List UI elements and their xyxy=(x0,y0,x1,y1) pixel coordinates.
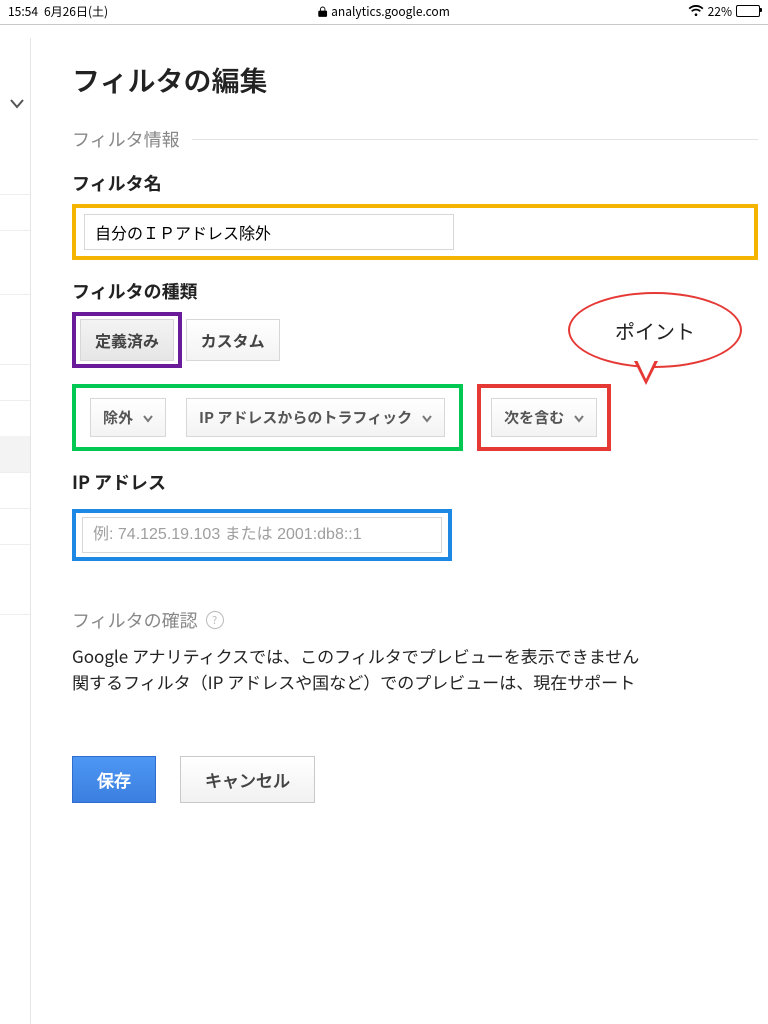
highlight-match-select: 次を含む xyxy=(477,384,611,451)
ipad-status-bar: 15:54 6月26日(土) analytics.google.com 22% xyxy=(0,0,768,22)
ip-address-label: IP アドレス xyxy=(72,469,758,495)
nav-item[interactable] xyxy=(0,436,30,473)
battery-percent: 22% xyxy=(708,3,732,20)
nav-item[interactable] xyxy=(0,472,30,509)
account-picker-caret-icon[interactable] xyxy=(10,90,24,114)
nav-item[interactable] xyxy=(0,194,30,231)
highlight-ip-input xyxy=(72,509,452,561)
caret-down-icon xyxy=(143,407,153,428)
filter-verify-text: Google アナリティクスでは、このフィルタでプレビューを表示できません 関す… xyxy=(72,643,758,696)
status-url: analytics.google.com xyxy=(331,3,450,20)
section-filter-info: フィルタ情報 xyxy=(72,126,758,152)
filter-name-input[interactable] xyxy=(84,214,454,250)
nav-item[interactable] xyxy=(0,328,30,365)
nav-item[interactable] xyxy=(0,258,30,295)
lock-icon xyxy=(318,6,327,17)
speech-tail-icon xyxy=(634,361,658,385)
highlight-predefined-tab: 定義済み xyxy=(72,312,182,368)
select-filter-mode[interactable]: 除外 xyxy=(90,398,166,437)
save-button[interactable]: 保存 xyxy=(72,756,156,803)
nav-item[interactable] xyxy=(0,364,30,401)
tab-predefined[interactable]: 定義済み xyxy=(80,319,174,361)
highlight-filter-name xyxy=(72,204,758,260)
annotation-point-bubble: ポイント xyxy=(568,292,738,364)
select-filter-mode-value: 除外 xyxy=(103,407,133,428)
nav-item[interactable] xyxy=(0,158,30,195)
filter-verify-heading: フィルタの確認 ? xyxy=(72,607,758,633)
ip-address-input[interactable] xyxy=(82,517,442,553)
section-filter-info-label: フィルタ情報 xyxy=(72,126,180,152)
wifi-icon xyxy=(688,5,704,17)
caret-down-icon xyxy=(422,407,432,428)
caret-down-icon xyxy=(574,407,584,428)
help-icon[interactable]: ? xyxy=(206,611,224,629)
nav-item[interactable] xyxy=(0,508,30,545)
filter-verify-label: フィルタの確認 xyxy=(72,607,198,633)
filter-name-label: フィルタ名 xyxy=(72,170,758,196)
filter-verify-line2: 関するフィルタ（IP アドレスや国など）でのプレビューは、現在サポート xyxy=(72,669,758,695)
filter-verify-line1: Google アナリティクスでは、このフィルタでプレビューを表示できません xyxy=(72,643,758,669)
select-match-type[interactable]: 次を含む xyxy=(491,398,597,437)
cancel-button[interactable]: キャンセル xyxy=(180,756,315,803)
main-content: フィルタの編集 フィルタ情報 フィルタ名 フィルタの種類 定義済み カスタム 除… xyxy=(60,40,768,1024)
browser-divider xyxy=(0,24,768,25)
tab-custom[interactable]: カスタム xyxy=(186,319,280,361)
footer-buttons: 保存 キャンセル xyxy=(72,756,758,803)
select-traffic-source-value: IP アドレスからのトラフィック xyxy=(199,407,412,428)
select-traffic-source[interactable]: IP アドレスからのトラフィック xyxy=(186,398,445,437)
divider xyxy=(192,139,758,140)
highlight-predefined-selects: 除外 IP アドレスからのトラフィック xyxy=(72,384,463,451)
page-title: フィルタの編集 xyxy=(72,60,758,100)
annotation-point-label: ポイント xyxy=(615,316,695,345)
select-match-type-value: 次を含む xyxy=(504,407,564,428)
status-time: 15:54 xyxy=(8,3,38,20)
battery-icon xyxy=(736,5,760,17)
nav-item[interactable] xyxy=(0,578,30,615)
status-date: 6月26日(土) xyxy=(44,3,108,20)
ga-left-nav-collapsed xyxy=(0,38,31,1024)
